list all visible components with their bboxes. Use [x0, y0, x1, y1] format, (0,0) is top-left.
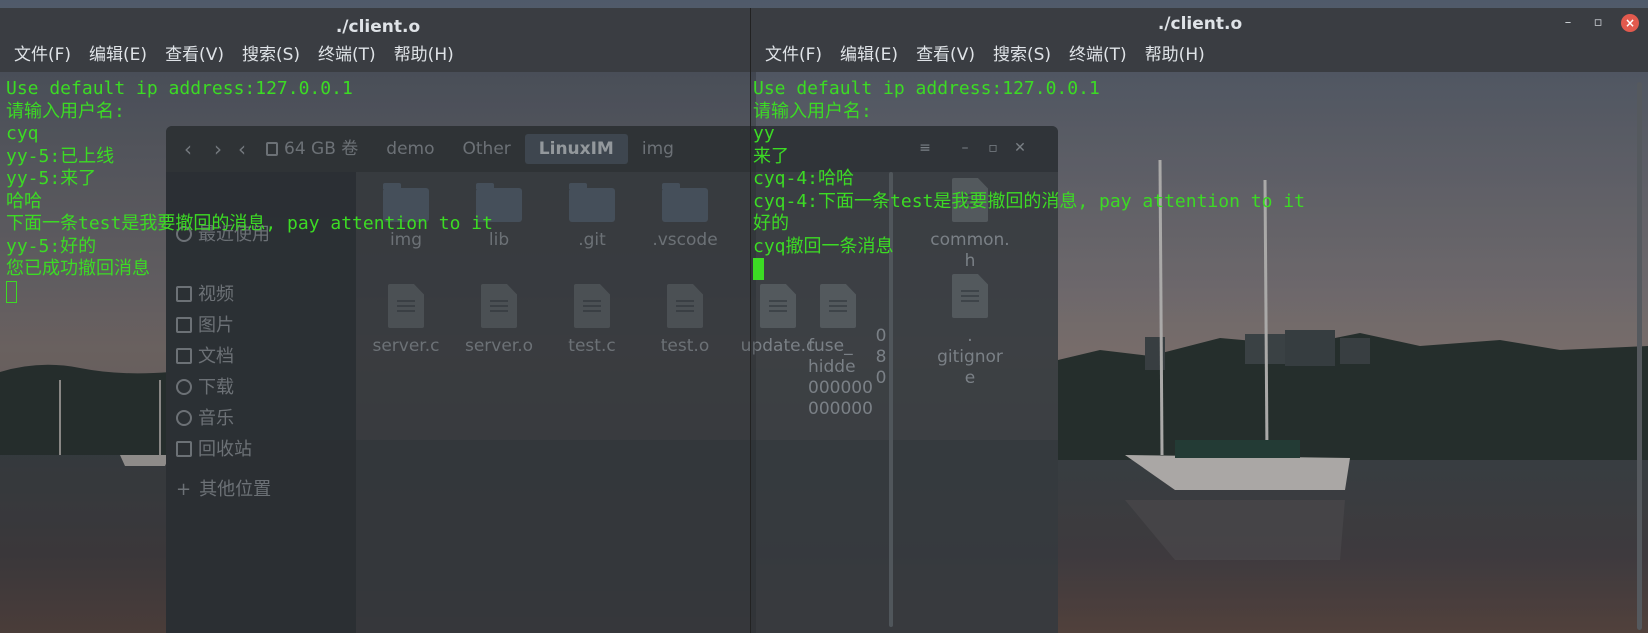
terminal-output[interactable]: Use default ip address:127.0.0.1 请输入用户名: y… [753, 78, 1629, 633]
menu-edit[interactable]: 编辑(E) [826, 38, 902, 72]
terminal-line: 您已成功撤回消息 [6, 258, 150, 279]
terminal-line: 来了 [753, 145, 789, 167]
menu-bar: 文件(F) 编辑(E) 查看(V) 搜索(S) 终端(T) 帮助(H) [0, 38, 756, 72]
minimize-button[interactable]: – [1559, 14, 1577, 32]
menu-help[interactable]: 帮助(H) [1131, 38, 1209, 72]
terminal-line: cyq-4:下面一条test是我要撤回的消息, pay attention to… [753, 190, 1305, 212]
terminal-line: 好的 [753, 213, 789, 234]
menu-view[interactable]: 查看(V) [151, 38, 228, 72]
terminal-line: Use default ip address:127.0.0.1 [6, 78, 353, 99]
terminal-line: cyq撤回一条消息 [753, 235, 894, 257]
terminal-line: 哈哈 [6, 190, 42, 212]
text-cursor [753, 258, 764, 280]
terminal-line: yy-5:好的 [6, 235, 97, 257]
menu-terminal[interactable]: 终端(T) [1055, 38, 1131, 72]
terminal-line: yy-5:已上线 [6, 145, 115, 167]
menu-edit[interactable]: 编辑(E) [75, 38, 151, 72]
menu-view[interactable]: 查看(V) [902, 38, 979, 72]
terminal-line: 请输入用户名: [753, 100, 872, 122]
text-cursor [6, 280, 17, 303]
terminal-line: cyq [6, 123, 39, 144]
maximize-button[interactable]: ▫ [1589, 14, 1607, 32]
menu-bar: 文件(F) 编辑(E) 查看(V) 搜索(S) 终端(T) 帮助(H) [751, 38, 1648, 72]
terminal-line: yy [753, 123, 775, 144]
menu-terminal[interactable]: 终端(T) [304, 38, 380, 72]
terminal-output[interactable]: Use default ip address:127.0.0.1 请输入用户名: c… [6, 78, 736, 633]
menu-file[interactable]: 文件(F) [751, 38, 826, 72]
menu-help[interactable]: 帮助(H) [380, 38, 458, 72]
title-bar[interactable]: ./client.o – ▫ × [751, 8, 1648, 38]
terminal-window-left: ./client.o 文件(F) 编辑(E) 查看(V) 搜索(S) 终端(T)… [0, 8, 756, 633]
terminal-window-right: ./client.o – ▫ × 文件(F) 编辑(E) 查看(V) 搜索(S)… [750, 8, 1648, 633]
menu-file[interactable]: 文件(F) [0, 38, 75, 72]
close-button[interactable]: × [1621, 14, 1639, 32]
menu-search[interactable]: 搜索(S) [979, 38, 1055, 72]
terminal-line: cyq-4:哈哈 [753, 168, 855, 189]
terminal-line: yy-5:来了 [6, 168, 97, 189]
window-title: ./client.o [1157, 14, 1243, 34]
terminal-line: Use default ip address:127.0.0.1 [753, 78, 1100, 99]
terminal-line: 下面一条test是我要撤回的消息, pay attention to it [6, 213, 493, 234]
window-title: ./client.o [335, 17, 421, 37]
title-bar[interactable]: ./client.o [0, 8, 756, 41]
terminal-scrollbar[interactable] [1637, 82, 1642, 630]
menu-search[interactable]: 搜索(S) [228, 38, 304, 72]
terminal-line: 请输入用户名: [6, 100, 125, 122]
